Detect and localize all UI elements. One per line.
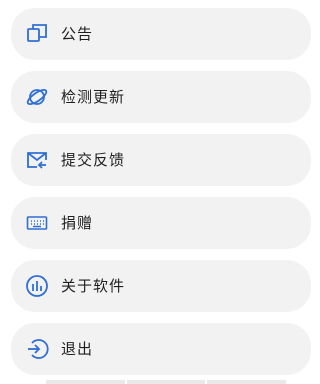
menu-item-label: 退出 <box>61 340 94 358</box>
menu-item-announcement[interactable]: 公告 <box>11 8 311 60</box>
feedback-mail-icon <box>24 147 50 173</box>
menu-item-label: 提交反馈 <box>61 151 126 169</box>
divider-segment <box>46 380 125 384</box>
menu-item-label: 关于软件 <box>61 277 126 295</box>
menu-item-label: 检测更新 <box>61 88 126 106</box>
menu-item-submit-feedback[interactable]: 提交反馈 <box>11 134 311 186</box>
menu-item-check-update[interactable]: 检测更新 <box>11 71 311 123</box>
announcement-icon <box>24 21 50 47</box>
about-chart-icon <box>24 273 50 299</box>
menu-item-logout[interactable]: 退出 <box>11 323 311 375</box>
settings-menu: 公告 检测更新 提交反馈 捐赠 关于软件 退出 <box>0 0 320 384</box>
keyboard-icon <box>24 210 50 236</box>
menu-item-about[interactable]: 关于软件 <box>11 260 311 312</box>
menu-item-donate[interactable]: 捐赠 <box>11 197 311 249</box>
bottom-divider <box>46 380 287 384</box>
menu-item-label: 捐赠 <box>61 214 94 232</box>
logout-icon <box>24 336 50 362</box>
menu-item-label: 公告 <box>61 25 94 43</box>
divider-segment <box>126 380 206 384</box>
update-check-icon <box>24 84 50 110</box>
divider-segment <box>207 380 287 384</box>
